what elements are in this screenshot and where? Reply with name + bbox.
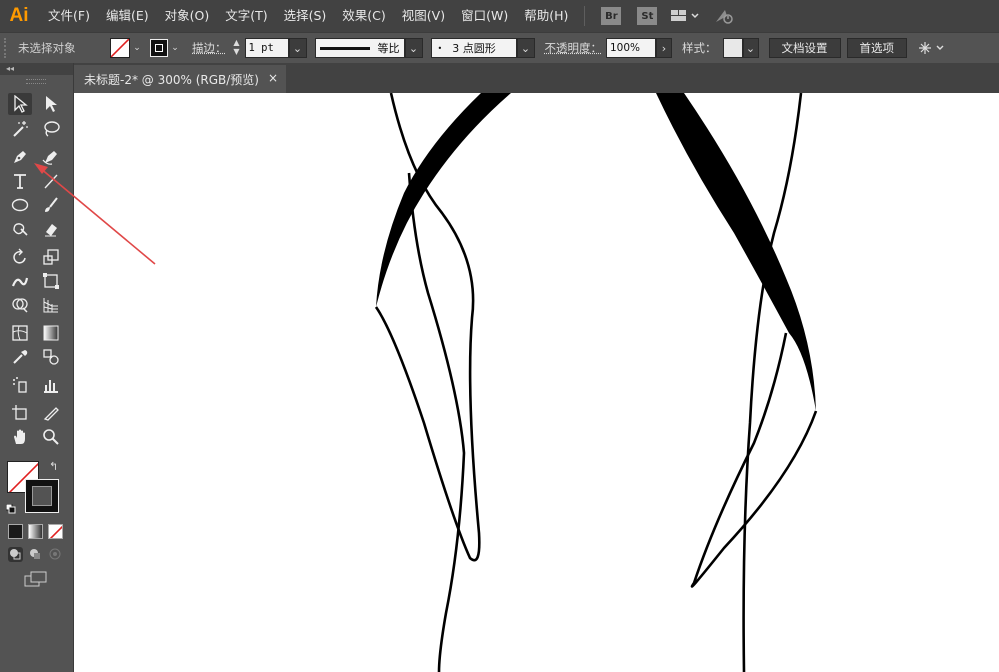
style-label: 样式：: [682, 41, 717, 55]
column-graph-tool[interactable]: [39, 374, 63, 396]
blend-tool[interactable]: [39, 346, 63, 368]
gradient-mode-icon[interactable]: [28, 524, 43, 539]
document-tab[interactable]: 未标题-2* @ 300% (RGB/预览) ×: [74, 65, 286, 93]
artboard-tool[interactable]: [8, 402, 32, 424]
brush-dot-icon: •: [437, 43, 443, 53]
style-swatch[interactable]: [722, 38, 743, 58]
ellipse-tool[interactable]: [8, 194, 32, 216]
curvature-tool[interactable]: [39, 146, 63, 168]
document-tab-title: 未标题-2* @ 300% (RGB/预览): [84, 72, 259, 87]
stroke-weight-value: 1 pt: [248, 42, 274, 54]
shape-builder-tool[interactable]: [8, 294, 32, 316]
panel-grip[interactable]: [4, 38, 12, 58]
opacity-expand-icon[interactable]: ›: [656, 38, 672, 58]
menu-type[interactable]: 文字(T): [217, 0, 275, 32]
zoom-tool[interactable]: [39, 426, 63, 448]
brush-dropdown[interactable]: ⌄: [516, 38, 535, 58]
rotate-tool[interactable]: [8, 246, 32, 268]
profile-dropdown[interactable]: ⌄: [404, 38, 423, 58]
gpu-performance-icon[interactable]: [713, 7, 735, 25]
paintbrush-tool[interactable]: [39, 194, 63, 216]
tools-panel-collapse[interactable]: ◂◂: [0, 63, 73, 75]
brush-label: 3 点圆形: [452, 42, 496, 55]
magic-wand-tool[interactable]: [8, 118, 32, 140]
color-mode-icon[interactable]: [8, 524, 23, 539]
selection-status: 未选择对象: [18, 41, 76, 55]
draw-normal-icon[interactable]: [8, 547, 23, 562]
menu-select[interactable]: 选择(S): [276, 0, 335, 32]
lasso-tool[interactable]: [39, 118, 63, 140]
bridge-button[interactable]: Br: [601, 7, 622, 25]
scale-tool[interactable]: [39, 246, 63, 268]
free-transform-tool[interactable]: [39, 270, 63, 292]
app-logo: Ai: [9, 5, 29, 26]
swap-fill-stroke-icon[interactable]: ↰: [49, 460, 58, 473]
right-thin-outer: [742, 93, 803, 672]
menu-effect[interactable]: 效果(C): [334, 0, 393, 32]
close-tab-icon[interactable]: ×: [268, 71, 278, 85]
artboard-canvas[interactable]: [74, 93, 999, 672]
menu-view[interactable]: 视图(V): [394, 0, 453, 32]
style-dropdown[interactable]: ⌄: [742, 38, 759, 58]
eyedropper-tool[interactable]: [8, 346, 32, 368]
stroke-color-box[interactable]: [25, 479, 59, 513]
type-tool[interactable]: [8, 170, 32, 192]
menu-bar: Ai 文件(F) 编辑(E) 对象(O) 文字(T) 选择(S) 效果(C) 视…: [0, 0, 999, 32]
perspective-grid-tool[interactable]: [39, 294, 63, 316]
opacity-input[interactable]: 100%: [606, 38, 656, 58]
tools-panel: ◂◂ ↰: [0, 63, 74, 672]
symbol-sprayer-tool[interactable]: [8, 374, 32, 396]
selection-tool[interactable]: [8, 93, 32, 115]
stroke-stepper[interactable]: ▲ ▼: [231, 38, 243, 58]
width-tool[interactable]: [8, 270, 32, 292]
menu-window[interactable]: 窗口(W): [453, 0, 516, 32]
pen-tool[interactable]: [8, 146, 32, 168]
hand-tool[interactable]: [8, 426, 32, 448]
tools-panel-grip[interactable]: [26, 79, 46, 84]
line-segment-tool[interactable]: [39, 170, 63, 192]
menu-edit[interactable]: 编辑(E): [98, 0, 157, 32]
menu-file[interactable]: 文件(F): [40, 0, 98, 32]
menu-separator: [584, 6, 586, 26]
control-bar: 未选择对象 ⌄ ⌄ 描边： ▲ ▼ 1 pt ⌄ 等比 ⌄ • 3 点圆形 ⌄ 不…: [0, 32, 999, 64]
profile-line-icon: [319, 46, 370, 50]
eraser-tool[interactable]: [39, 218, 63, 240]
menu-help[interactable]: 帮助(H): [516, 0, 576, 32]
left-thick-stroke: [376, 93, 511, 307]
draw-behind-icon[interactable]: [28, 547, 43, 562]
stroke-dropdown-icon[interactable]: ⌄: [168, 38, 182, 58]
right-thick-stroke: [656, 93, 816, 411]
stroke-swatch[interactable]: [150, 39, 168, 57]
mesh-tool[interactable]: [8, 322, 32, 344]
stroke-weight-input[interactable]: 1 pt: [244, 38, 289, 58]
gradient-tool[interactable]: [39, 322, 63, 344]
direct-selection-tool[interactable]: [39, 93, 63, 115]
stroke-label[interactable]: 描边：: [188, 40, 231, 56]
arrange-icon[interactable]: [917, 40, 947, 56]
screen-mode-icon[interactable]: [24, 571, 48, 589]
menu-object[interactable]: 对象(O): [157, 0, 218, 32]
fill-swatch[interactable]: [110, 38, 130, 58]
left-thin-down: [407, 172, 466, 672]
draw-inside-icon[interactable]: [48, 547, 63, 562]
artwork: [374, 93, 818, 672]
stroke-weight-dropdown[interactable]: ⌄: [288, 38, 307, 58]
opacity-label[interactable]: 不透明度：: [541, 40, 607, 56]
preferences-button[interactable]: 首选项: [846, 38, 907, 58]
fill-dropdown-icon[interactable]: ⌄: [130, 38, 144, 58]
workspace-switcher-icon[interactable]: [671, 9, 701, 23]
document-setup-button[interactable]: 文档设置: [768, 38, 841, 58]
default-colors-icon[interactable]: [5, 503, 16, 514]
brush-definition[interactable]: • 3 点圆形: [430, 38, 517, 58]
shaper-tool[interactable]: [8, 218, 32, 240]
variable-width-profile[interactable]: 等比: [314, 38, 405, 58]
opacity-value: 100%: [610, 42, 641, 54]
profile-label: 等比: [377, 42, 400, 55]
slice-tool[interactable]: [39, 402, 63, 424]
none-mode-icon[interactable]: [48, 524, 63, 539]
document-tab-bar: 未标题-2* @ 300% (RGB/预览) ×: [74, 63, 999, 93]
stock-button[interactable]: St: [637, 7, 658, 25]
